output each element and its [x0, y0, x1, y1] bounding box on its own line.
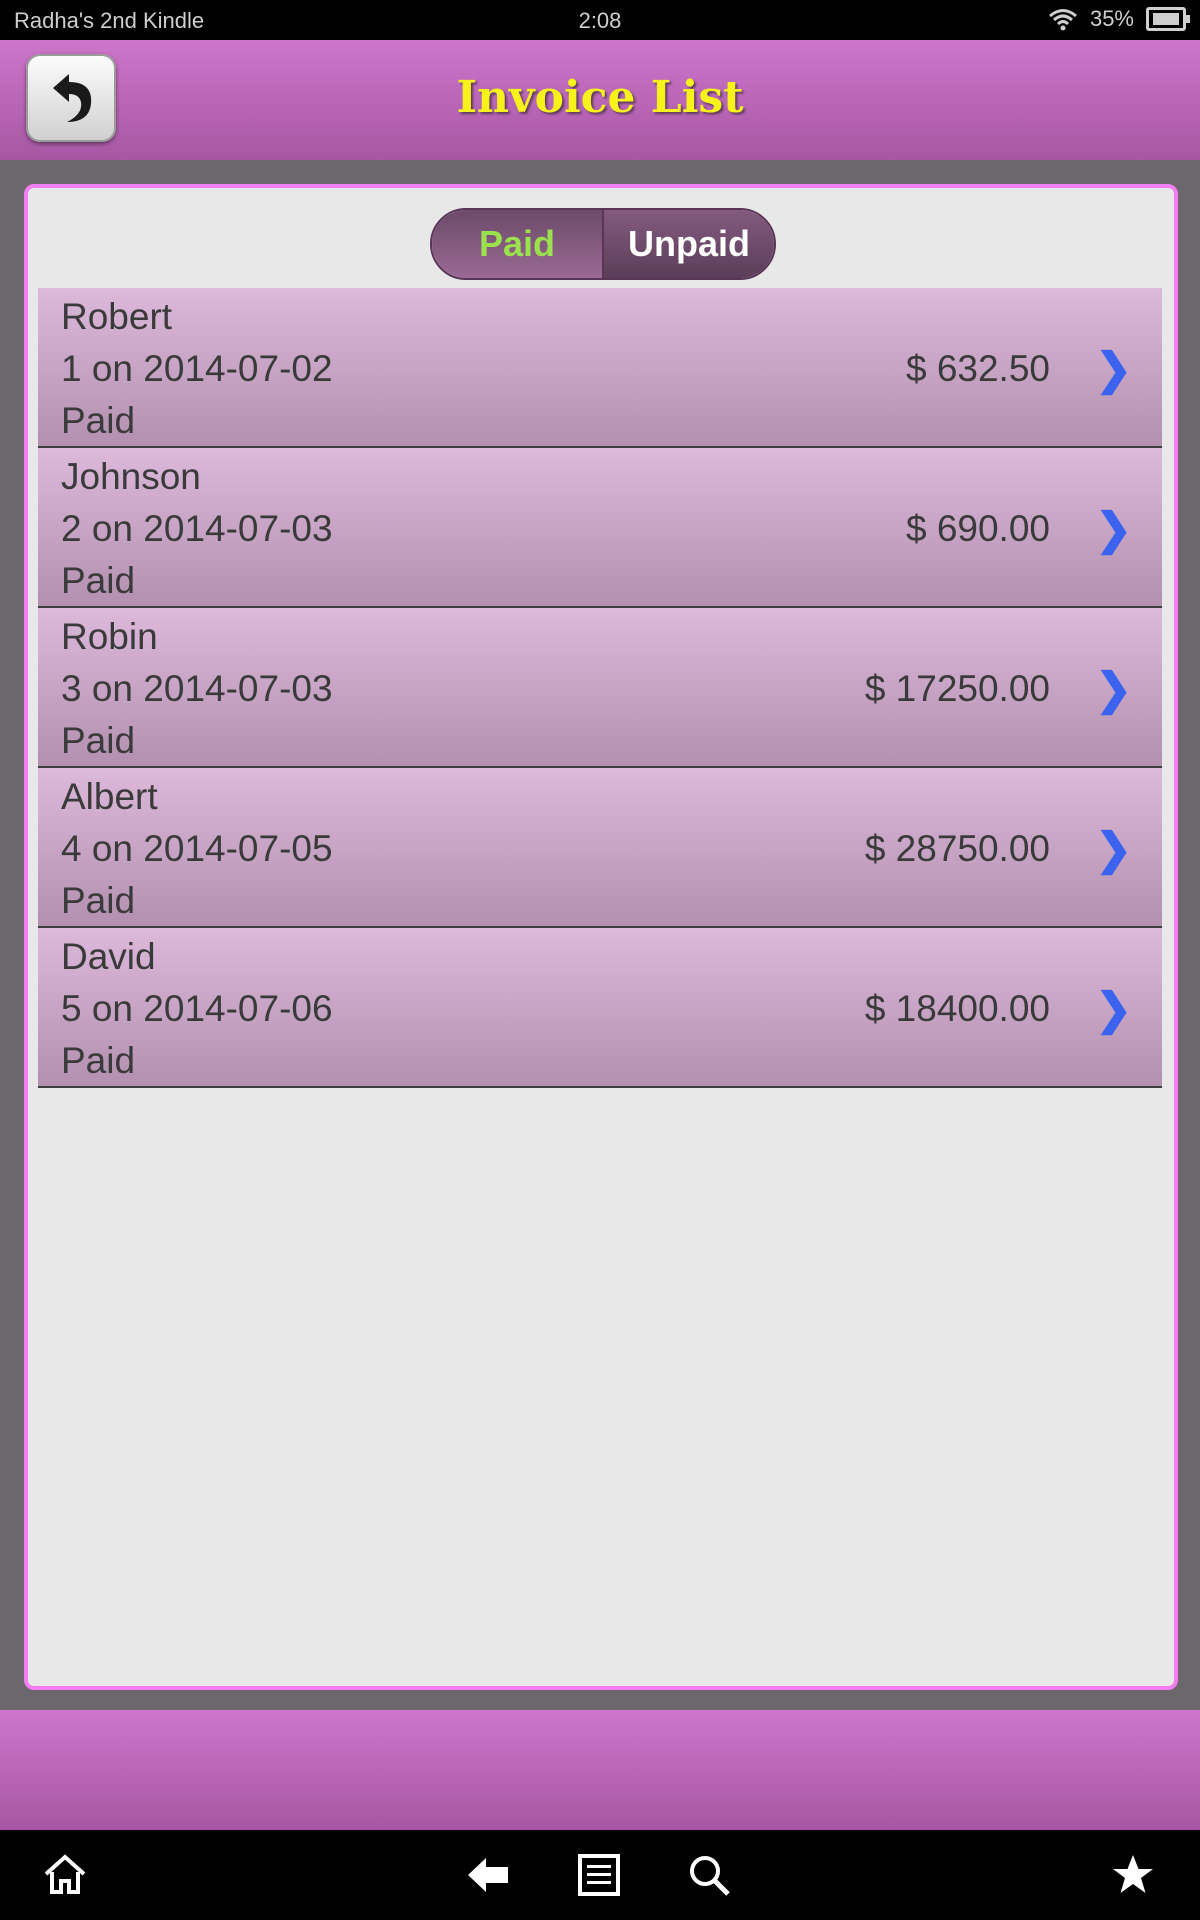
- system-nav-bar: [0, 1830, 1200, 1920]
- invoice-status: Paid: [61, 1040, 136, 1081]
- status-bar: Radha's 2nd Kindle 2:08 35%: [0, 0, 1200, 40]
- header: Invoice List: [0, 40, 1200, 160]
- invoice-info: 4 on 2014-07-05: [61, 828, 333, 869]
- invoice-status: Paid: [61, 720, 136, 761]
- customer-name: Robin: [61, 616, 158, 657]
- invoice-info: 1 on 2014-07-02: [61, 348, 333, 389]
- invoice-row[interactable]: Robin 3 on 2014-07-03 Paid $ 17250.00 ❯: [38, 608, 1162, 768]
- invoice-amount: $ 690.00: [905, 508, 1050, 549]
- chevron-right-icon: ❯: [1095, 825, 1132, 874]
- invoice-row[interactable]: David 5 on 2014-07-06 Paid $ 18400.00 ❯: [38, 928, 1162, 1088]
- invoice-amount: $ 17250.00: [864, 668, 1050, 709]
- unpaid-tab[interactable]: Unpaid: [604, 210, 774, 278]
- chevron-right-icon: ❯: [1095, 505, 1132, 554]
- wifi-icon: [1048, 9, 1077, 31]
- customer-name: Albert: [61, 776, 158, 817]
- status-right: 35%: [1048, 6, 1190, 32]
- battery-percent: 35%: [1089, 6, 1134, 31]
- favorites-icon[interactable]: [1110, 1852, 1156, 1898]
- invoice-amount: $ 632.50: [905, 348, 1050, 389]
- chevron-right-icon: ❯: [1095, 665, 1132, 714]
- invoice-panel: Paid Unpaid Robert 1 on 2014-07-02 Paid …: [24, 184, 1178, 1690]
- customer-name: David: [61, 936, 156, 977]
- customer-name: Johnson: [61, 456, 201, 497]
- search-icon[interactable]: [686, 1852, 732, 1898]
- battery-icon: [1146, 7, 1190, 31]
- invoice-status: Paid: [61, 400, 136, 441]
- invoice-info: 2 on 2014-07-03: [61, 508, 333, 549]
- paid-unpaid-toggle: Paid Unpaid: [430, 208, 776, 280]
- page-title: Invoice List: [456, 72, 744, 123]
- invoice-info: 5 on 2014-07-06: [61, 988, 333, 1029]
- invoice-row[interactable]: Johnson 2 on 2014-07-03 Paid $ 690.00 ❯: [38, 448, 1162, 608]
- invoice-status: Paid: [61, 880, 136, 921]
- footer-bar: [0, 1710, 1200, 1830]
- invoice-row[interactable]: Albert 4 on 2014-07-05 Paid $ 28750.00 ❯: [38, 768, 1162, 928]
- invoice-list: Robert 1 on 2014-07-02 Paid $ 632.50 ❯ J…: [38, 288, 1162, 1088]
- invoice-info: 3 on 2014-07-03: [61, 668, 333, 709]
- invoice-status: Paid: [61, 560, 136, 601]
- back-icon[interactable]: [466, 1852, 512, 1898]
- paid-tab[interactable]: Paid: [432, 210, 604, 278]
- menu-icon[interactable]: [576, 1852, 622, 1898]
- clock: 2:08: [578, 8, 622, 33]
- invoice-row[interactable]: Robert 1 on 2014-07-02 Paid $ 632.50 ❯: [38, 288, 1162, 448]
- chevron-right-icon: ❯: [1095, 985, 1132, 1034]
- customer-name: Robert: [61, 296, 173, 337]
- invoice-amount: $ 18400.00: [864, 988, 1050, 1029]
- home-icon[interactable]: [42, 1852, 88, 1898]
- invoice-amount: $ 28750.00: [864, 828, 1050, 869]
- chevron-right-icon: ❯: [1095, 345, 1132, 394]
